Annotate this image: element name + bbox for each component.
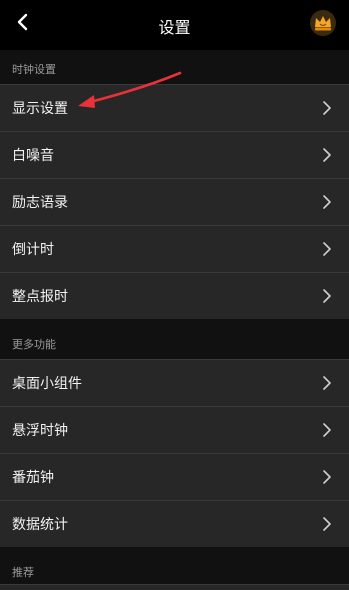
list-item-display-settings[interactable]: 显示设置 [0, 84, 349, 131]
chevron-right-icon [323, 289, 331, 303]
list-item-label: 番茄钟 [12, 470, 54, 486]
list-item-label: 励志语录 [12, 195, 68, 211]
recommend-list-top-edge [0, 584, 349, 590]
top-bar: 设置 [0, 0, 349, 50]
clock-settings-list: 显示设置 白噪音 励志语录 倒计时 整点报时 [0, 84, 349, 319]
vip-crown-button[interactable] [309, 9, 337, 37]
list-item-white-noise[interactable]: 白噪音 [0, 131, 349, 178]
more-features-list: 桌面小组件 悬浮时钟 番茄钟 数据统计 [0, 359, 349, 547]
list-item-label: 整点报时 [12, 289, 68, 305]
chevron-right-icon [323, 423, 331, 437]
chevron-right-icon [323, 517, 331, 531]
chevron-right-icon [323, 242, 331, 256]
page-title: 设置 [158, 18, 191, 37]
list-item-label: 悬浮时钟 [12, 423, 68, 439]
list-item-countdown[interactable]: 倒计时 [0, 225, 349, 272]
list-item-statistics[interactable]: 数据统计 [0, 500, 349, 547]
list-item-motivational-quotes[interactable]: 励志语录 [0, 178, 349, 225]
list-item-label: 白噪音 [12, 148, 54, 164]
chevron-right-icon [323, 101, 331, 115]
list-item-label: 显示设置 [12, 101, 68, 117]
chevron-right-icon [323, 148, 331, 162]
list-item-label: 倒计时 [12, 242, 54, 258]
section-label-more: 更多功能 [12, 338, 56, 351]
list-item-desktop-widget[interactable]: 桌面小组件 [0, 359, 349, 406]
chevron-right-icon [323, 376, 331, 390]
list-item-floating-clock[interactable]: 悬浮时钟 [0, 406, 349, 453]
list-item-pomodoro[interactable]: 番茄钟 [0, 453, 349, 500]
list-item-label: 数据统计 [12, 517, 68, 533]
section-label-recommend: 推荐 [12, 566, 34, 579]
list-item-hourly-chime[interactable]: 整点报时 [0, 272, 349, 319]
list-item-label: 桌面小组件 [12, 376, 82, 392]
crown-icon [310, 10, 336, 36]
chevron-right-icon [323, 470, 331, 484]
chevron-right-icon [323, 195, 331, 209]
section-label-clock: 时钟设置 [12, 63, 56, 76]
